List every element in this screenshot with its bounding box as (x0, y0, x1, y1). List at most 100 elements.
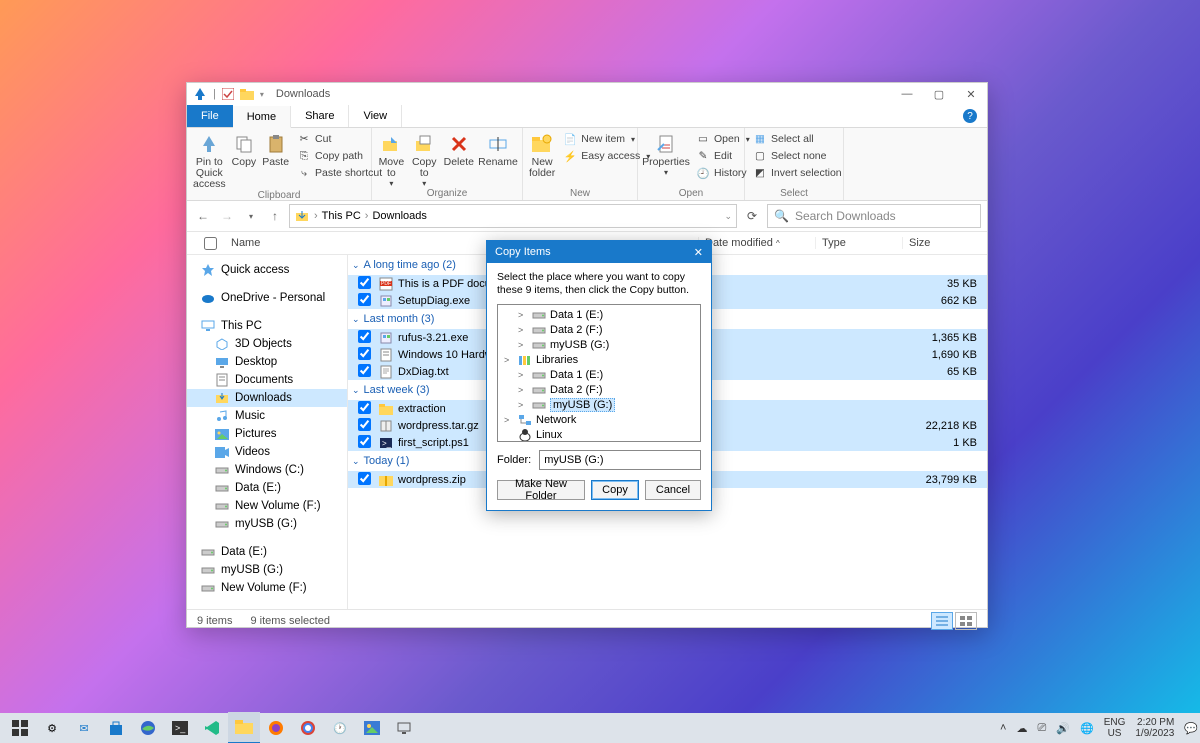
recent-dropdown[interactable]: ▾ (241, 212, 261, 221)
open-button[interactable]: ▭Open▾ (694, 131, 752, 147)
file-checkbox[interactable] (358, 364, 371, 377)
cancel-button[interactable]: Cancel (645, 480, 701, 500)
firefox-icon[interactable] (260, 713, 292, 743)
nav-myusb-g-[interactable]: myUSB (G:) (187, 561, 347, 579)
nav-new-volume-f-[interactable]: New Volume (F:) (187, 579, 347, 597)
paste-button[interactable]: Paste (262, 130, 289, 168)
search-box[interactable]: 🔍 Search Downloads (767, 204, 981, 228)
language-indicator[interactable]: ENGUS (1104, 717, 1126, 739)
file-checkbox[interactable] (358, 293, 371, 306)
nav-videos[interactable]: Videos (187, 443, 347, 461)
nav-network[interactable]: Network (187, 607, 347, 609)
photos-icon[interactable] (356, 713, 388, 743)
vscode-icon[interactable] (196, 713, 228, 743)
tab-home[interactable]: Home (233, 106, 291, 128)
breadcrumb-folder[interactable]: Downloads (372, 210, 426, 222)
terminal-icon[interactable]: >_ (164, 713, 196, 743)
nav-myusb-g-[interactable]: myUSB (G:) (187, 515, 347, 533)
maximize-button[interactable]: ▢ (923, 83, 955, 105)
close-button[interactable]: ✕ (955, 83, 987, 105)
start-button[interactable] (4, 713, 36, 743)
nav-3d-objects[interactable]: 3D Objects (187, 335, 347, 353)
file-checkbox[interactable] (358, 347, 371, 360)
refresh-button[interactable]: ⟳ (741, 209, 763, 223)
titlebar[interactable]: | ▾ Downloads — ▢ ✕ (187, 83, 987, 105)
pin-icon[interactable] (193, 87, 207, 101)
edit-button[interactable]: ✎Edit (694, 148, 752, 164)
dialog-folder-tree[interactable]: >Data 1 (E:)>Data 2 (F:)>myUSB (G:)>Libr… (497, 304, 701, 442)
copy-path-button[interactable]: ⎘Copy path (295, 148, 384, 164)
nav-downloads[interactable]: Downloads (187, 389, 347, 407)
col-date[interactable]: Date modified ^ (699, 237, 816, 249)
tree-item[interactable]: >Data 1 (E:) (498, 307, 700, 322)
up-button[interactable]: ↑ (265, 209, 285, 223)
tree-item[interactable]: >Data 1 (E:) (498, 367, 700, 382)
details-view-button[interactable] (931, 612, 953, 630)
thumbnails-view-button[interactable] (955, 612, 977, 630)
dialog-close-button[interactable]: ✕ (694, 246, 703, 259)
nav-quick-access[interactable]: Quick access (187, 261, 347, 279)
file-checkbox[interactable] (358, 401, 371, 414)
make-new-folder-button[interactable]: Make New Folder (497, 480, 585, 500)
tree-item[interactable]: >myUSB (G:) (498, 397, 700, 412)
file-checkbox[interactable] (358, 330, 371, 343)
explorer-icon[interactable] (228, 712, 260, 743)
store-icon[interactable] (100, 713, 132, 743)
project-icon[interactable] (388, 713, 420, 743)
col-size[interactable]: Size (903, 237, 987, 249)
dialog-titlebar[interactable]: Copy Items ✕ (487, 241, 711, 263)
notifications-icon[interactable]: 💬 (1184, 722, 1198, 735)
nav-documents[interactable]: Documents (187, 371, 347, 389)
file-checkbox[interactable] (358, 435, 371, 448)
copy-button[interactable]: Copy (591, 480, 639, 500)
mail-icon[interactable]: ✉ (68, 713, 100, 743)
file-checkbox[interactable] (358, 418, 371, 431)
qat-folder-icon[interactable] (240, 88, 254, 100)
move-to-button[interactable]: Move to▾ (378, 130, 405, 188)
tab-view[interactable]: View (349, 105, 402, 127)
history-button[interactable]: 🕘History (694, 165, 752, 181)
nav-data-e-[interactable]: Data (E:) (187, 479, 347, 497)
file-checkbox[interactable] (358, 276, 371, 289)
back-button[interactable]: ← (193, 209, 213, 223)
copy-button[interactable]: Copy (232, 130, 257, 168)
qat-checkbox-icon[interactable] (222, 88, 234, 100)
chrome-icon[interactable] (292, 713, 324, 743)
forward-button[interactable]: → (217, 209, 237, 223)
minimize-button[interactable]: — (891, 83, 923, 105)
qat-dropdown-icon[interactable]: ▾ (260, 90, 264, 99)
tree-item[interactable]: >Libraries (498, 352, 700, 367)
select-none-button[interactable]: ▢Select none (751, 148, 844, 164)
navigation-pane[interactable]: Quick access OneDrive - Personal This PC3D… (187, 255, 348, 609)
invert-selection-button[interactable]: ◩Invert selection (751, 165, 844, 181)
nav-pictures[interactable]: Pictures (187, 425, 347, 443)
cast-tray-icon[interactable]: ⎚ (1037, 722, 1046, 735)
taskbar[interactable]: ⚙ ✉ >_ 🕐 ˄ ☁ ⎚ 🔊 🌐 ENGUS 2:20 PM1/9/2023… (0, 713, 1200, 743)
nav-new-volume-f-[interactable]: New Volume (F:) (187, 497, 347, 515)
pin-to-quick-access-button[interactable]: Pin to Quick access (193, 130, 226, 190)
file-checkbox[interactable] (358, 472, 371, 485)
edge-icon[interactable] (132, 713, 164, 743)
cut-button[interactable]: ✂Cut (295, 131, 384, 147)
delete-button[interactable]: Delete (444, 130, 474, 168)
clock[interactable]: 2:20 PM1/9/2023 (1135, 717, 1174, 739)
nav-onedrive-personal[interactable]: OneDrive - Personal (187, 289, 347, 307)
tree-item[interactable]: >myUSB (G:) (498, 337, 700, 352)
new-folder-button[interactable]: New folder (529, 130, 555, 179)
properties-button[interactable]: Properties▾ (644, 130, 688, 177)
tray-expand-icon[interactable]: ˄ (1000, 722, 1006, 734)
network-tray-icon[interactable]: 🌐 (1080, 722, 1094, 735)
nav-windows-c-[interactable]: Windows (C:) (187, 461, 347, 479)
tab-file[interactable]: File (187, 105, 233, 127)
tab-share[interactable]: Share (291, 105, 349, 127)
tree-item[interactable]: >Data 2 (F:) (498, 322, 700, 337)
rename-button[interactable]: Rename (480, 130, 516, 168)
volume-tray-icon[interactable]: 🔊 (1056, 722, 1070, 735)
onedrive-tray-icon[interactable]: ☁ (1016, 722, 1027, 735)
breadcrumb-pc[interactable]: This PC (322, 210, 361, 222)
address-bar[interactable]: › This PC › Downloads ⌄ (289, 204, 737, 228)
col-type[interactable]: Type (816, 237, 903, 249)
clock-icon[interactable]: 🕐 (324, 713, 356, 743)
nav-this-pc[interactable]: This PC (187, 317, 347, 335)
copy-to-button[interactable]: Copy to▾ (411, 130, 438, 188)
